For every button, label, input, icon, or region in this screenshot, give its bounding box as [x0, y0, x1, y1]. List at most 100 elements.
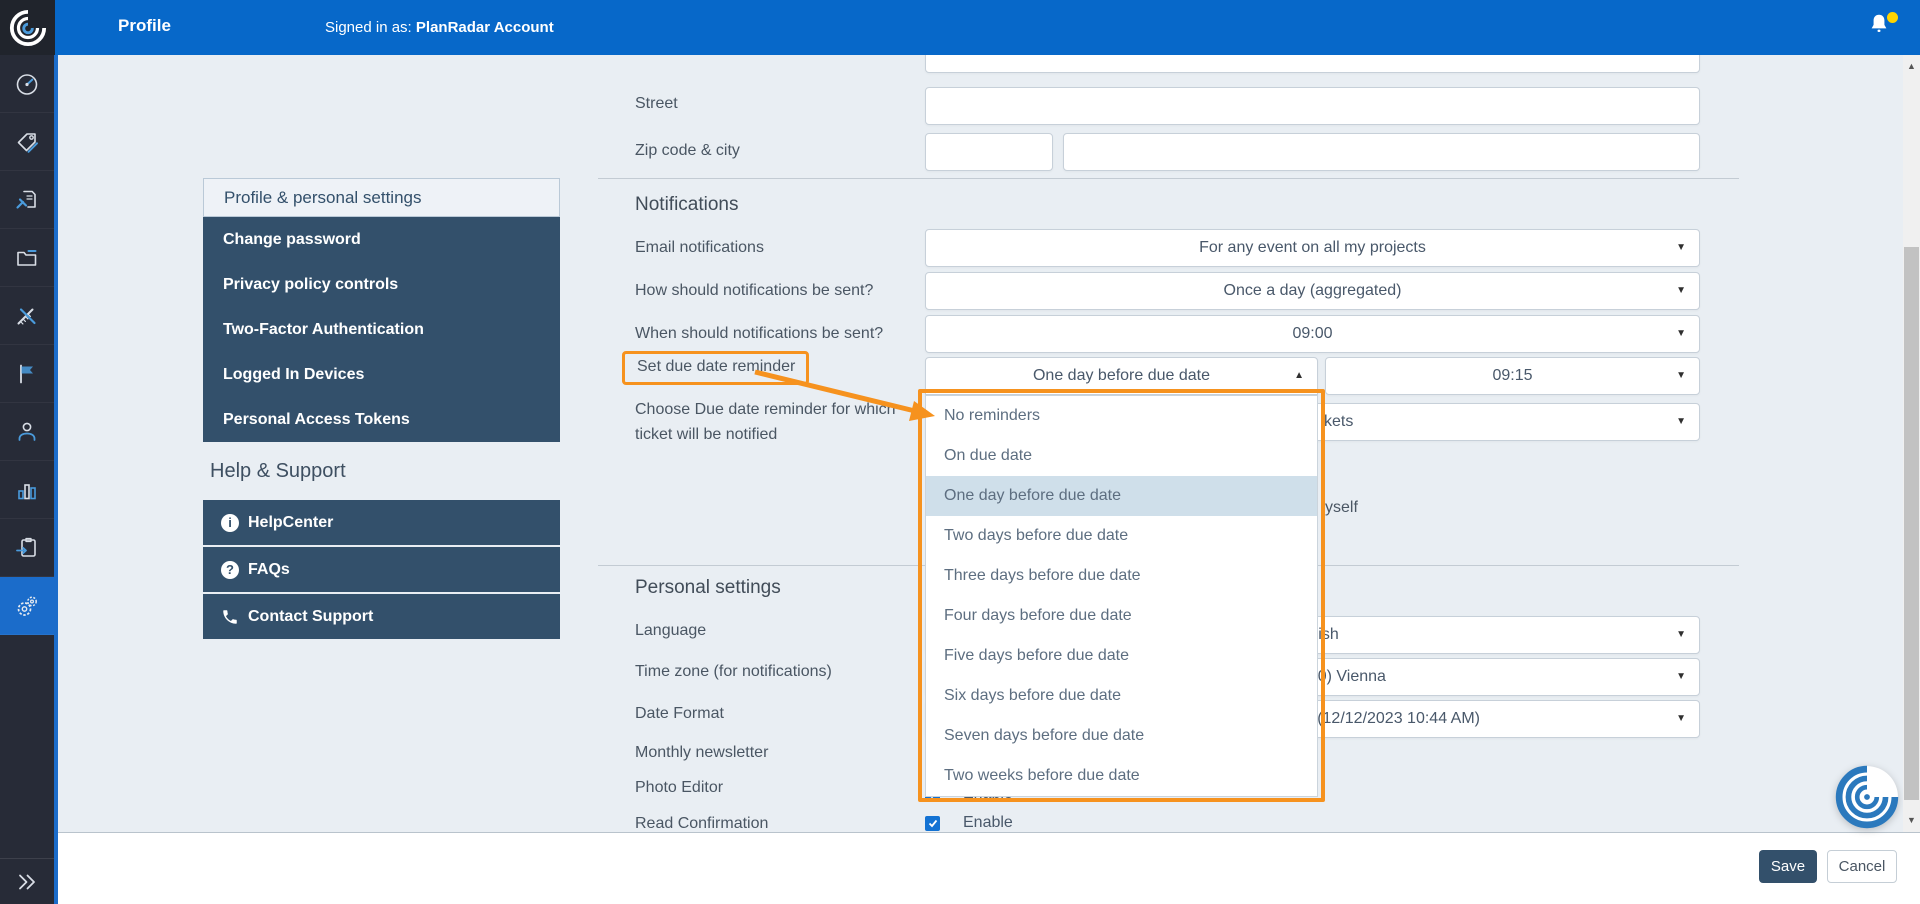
- sidebar-expand-button[interactable]: [0, 858, 54, 904]
- signed-in-as: Signed in as: PlanRadar Account: [325, 19, 554, 36]
- section-divider: [598, 178, 1739, 179]
- personal-settings-heading: Personal settings: [635, 577, 781, 599]
- read-confirmation-label: Read Confirmation: [635, 815, 768, 833]
- dropdown-option-two-weeks-before[interactable]: Two weeks before due date: [926, 756, 1317, 796]
- due-date-reminder-select[interactable]: One day before due date: [925, 357, 1318, 395]
- double-chevron-right-icon: [14, 869, 40, 895]
- cancel-button[interactable]: Cancel: [1827, 850, 1897, 883]
- choose-tickets-value-fragment: kets: [1324, 404, 1353, 440]
- helpcenter-label: HelpCenter: [248, 514, 333, 532]
- photo-editor-label: Photo Editor: [635, 779, 723, 797]
- due-date-reminder-highlight-box: Set due date reminder: [622, 351, 809, 385]
- scrollbar-down-arrow[interactable]: [1903, 813, 1920, 827]
- read-confirmation-checkbox[interactable]: [925, 816, 940, 831]
- zip-input[interactable]: [925, 133, 1053, 171]
- dropdown-option-five-days-before[interactable]: Five days before due date: [926, 636, 1317, 676]
- when-notifications-select[interactable]: 09:00: [925, 315, 1700, 353]
- sidebar-item-forms[interactable]: [0, 519, 54, 577]
- menu-item-personal-access-tokens[interactable]: Personal Access Tokens: [203, 397, 560, 442]
- sidebar-item-settings[interactable]: [0, 577, 54, 635]
- dropdown-option-three-days-before[interactable]: Three days before due date: [926, 556, 1317, 596]
- ruler-pencil-icon: [14, 303, 40, 329]
- read-confirmation-checkbox-row: Enable: [925, 814, 1013, 832]
- due-date-reminder-time-value: 09:15: [1492, 367, 1532, 384]
- dropdown-option-on-due-date[interactable]: On due date: [926, 436, 1317, 476]
- planradar-watermark-logo: [1834, 764, 1900, 830]
- language-label: Language: [635, 622, 706, 640]
- monthly-newsletter-label: Monthly newsletter: [635, 744, 768, 762]
- obscured-text-fragment: yself: [1325, 499, 1358, 517]
- planradar-swirl-icon: [9, 9, 47, 47]
- how-notifications-label: How should notifications be sent?: [635, 282, 873, 300]
- menu-item-two-factor-authentication[interactable]: Two-Factor Authentication: [203, 307, 560, 352]
- dropdown-option-two-days-before[interactable]: Two days before due date: [926, 516, 1317, 556]
- scrollbar-up-arrow[interactable]: [1903, 59, 1920, 73]
- topbar: Profile Signed in as: PlanRadar Account: [0, 0, 1920, 55]
- checkmark-icon: [927, 817, 939, 829]
- scrollbar-thumb[interactable]: [1904, 247, 1919, 800]
- due-date-reminder-label: Set due date reminder: [637, 358, 795, 375]
- when-notifications-label: When should notifications be sent?: [635, 325, 883, 343]
- due-date-reminder-time-select[interactable]: 09:15: [1325, 357, 1700, 395]
- city-input[interactable]: [1063, 133, 1700, 171]
- sidebar-nav: [0, 55, 58, 904]
- choose-due-date-label-line2: ticket will be notified: [635, 422, 896, 447]
- menu-item-faqs[interactable]: ? FAQs: [203, 547, 560, 592]
- sidebar-item-tags[interactable]: [0, 113, 54, 171]
- planradar-logo-tile[interactable]: [0, 0, 55, 55]
- sidebar-item-flags[interactable]: [0, 345, 54, 403]
- page-title: Profile: [118, 16, 171, 36]
- sidebar-item-projects[interactable]: [0, 229, 54, 287]
- notifications-bell-button[interactable]: [1866, 11, 1900, 45]
- how-notifications-value: Once a day (aggregated): [1224, 282, 1402, 299]
- question-icon: ?: [221, 561, 239, 579]
- when-notifications-value: 09:00: [1292, 325, 1332, 342]
- how-notifications-select[interactable]: Once a day (aggregated): [925, 272, 1700, 310]
- menu-item-change-password[interactable]: Change password: [203, 217, 560, 262]
- contact-support-label: Contact Support: [248, 608, 373, 626]
- due-date-reminder-dropdown-list: No reminders On due date One day before …: [925, 395, 1318, 797]
- gears-icon: [14, 593, 40, 619]
- menu-item-contact-support[interactable]: Contact Support: [203, 594, 560, 639]
- settings-menu: Change password Privacy policy controls …: [203, 217, 560, 442]
- clipboard-import-icon: [14, 535, 40, 561]
- info-icon: i: [221, 514, 239, 532]
- menu-item-logged-in-devices[interactable]: Logged In Devices: [203, 352, 560, 397]
- dropdown-option-six-days-before[interactable]: Six days before due date: [926, 676, 1317, 716]
- dropdown-option-no-reminders[interactable]: No reminders: [926, 396, 1317, 436]
- document-stamp-icon: [14, 187, 40, 213]
- sidebar-item-plans[interactable]: [0, 287, 54, 345]
- sidebar-item-dashboard[interactable]: [0, 55, 54, 113]
- street-input[interactable]: [925, 87, 1700, 125]
- menu-item-privacy-policy-controls[interactable]: Privacy policy controls: [203, 262, 560, 307]
- signed-in-account: PlanRadar Account: [416, 19, 554, 36]
- sidebar-item-statistics[interactable]: [0, 461, 54, 519]
- person-icon: [14, 419, 40, 445]
- notifications-heading: Notifications: [635, 194, 739, 216]
- email-notifications-select[interactable]: For any event on all my projects: [925, 229, 1700, 267]
- signed-in-prefix: Signed in as:: [325, 19, 416, 36]
- read-confirmation-enable-label: Enable: [963, 814, 1013, 832]
- faqs-label: FAQs: [248, 561, 290, 579]
- phone-icon: [221, 608, 239, 626]
- bar-chart-icon: [14, 477, 40, 503]
- choose-due-date-label-line1: Choose Due date reminder for which: [635, 397, 896, 422]
- dropdown-option-four-days-before[interactable]: Four days before due date: [926, 596, 1317, 636]
- timezone-label: Time zone (for notifications): [635, 663, 832, 681]
- choose-due-date-label: Choose Due date reminder for which ticke…: [635, 397, 896, 447]
- notification-dot-badge: [1887, 12, 1898, 23]
- email-notifications-value: For any event on all my projects: [1199, 239, 1426, 256]
- help-support-heading: Help & Support: [210, 460, 346, 483]
- sidebar-item-tickets[interactable]: [0, 171, 54, 229]
- flag-icon: [14, 361, 40, 387]
- save-button[interactable]: Save: [1759, 850, 1817, 883]
- tag-icon: [14, 129, 40, 155]
- menu-header-profile-personal-settings[interactable]: Profile & personal settings: [203, 178, 560, 217]
- folder-icon: [14, 245, 40, 271]
- vertical-scrollbar: [1903, 55, 1920, 832]
- menu-item-helpcenter[interactable]: i HelpCenter: [203, 500, 560, 545]
- dropdown-option-seven-days-before[interactable]: Seven days before due date: [926, 716, 1317, 756]
- email-notifications-label: Email notifications: [635, 239, 764, 257]
- dropdown-option-one-day-before[interactable]: One day before due date: [926, 476, 1317, 516]
- sidebar-item-contacts[interactable]: [0, 403, 54, 461]
